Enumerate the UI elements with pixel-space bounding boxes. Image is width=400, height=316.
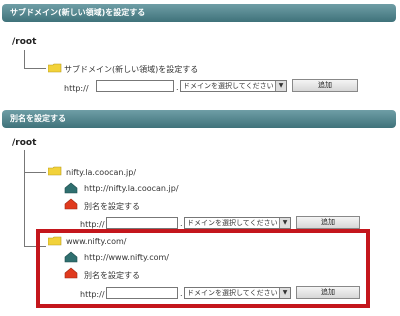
house-icon [64, 182, 78, 194]
domain-select-value: ドメインを選択してください [187, 219, 278, 227]
root-label: /root [12, 138, 37, 148]
domain-select[interactable]: ドメインを選択してください ▼ [180, 80, 287, 92]
highlight-box [36, 229, 370, 308]
section-title: 別名を設定する [10, 114, 66, 123]
url-prefix: http:// [64, 84, 89, 93]
tree-line [24, 50, 25, 68]
folder-icon [48, 63, 62, 73]
url-prefix: http:// [80, 220, 105, 229]
add-button[interactable]: 追加 [296, 216, 360, 229]
dot-separator: . [176, 83, 179, 92]
chevron-down-icon[interactable]: ▼ [275, 81, 286, 91]
domain-folder-label: nifty.la.coocan.jp/ [66, 168, 137, 177]
alias-icon [64, 198, 78, 210]
tree-line [24, 150, 25, 246]
tree-line [24, 172, 46, 173]
domain-select-value: ドメインを選択してください [183, 82, 274, 90]
section-header-alias: 別名を設定する [2, 110, 396, 128]
alias-input[interactable] [106, 217, 178, 229]
folder-icon [48, 166, 62, 176]
tree-line [24, 68, 46, 69]
site-url[interactable]: http://nifty.la.coocan.jp/ [84, 184, 179, 193]
subdomain-input[interactable] [96, 80, 174, 92]
section-title: サブドメイン(新しい領域)を設定する [10, 8, 146, 17]
add-button[interactable]: 追加 [292, 79, 358, 92]
domain-select[interactable]: ドメインを選択してください ▼ [184, 217, 291, 229]
dot-separator: . [180, 219, 183, 228]
root-label: /root [12, 37, 37, 47]
alias-label: 別名を設定する [84, 202, 140, 211]
section-header-subdomain: サブドメイン(新しい領域)を設定する [2, 4, 396, 22]
chevron-down-icon[interactable]: ▼ [279, 218, 290, 228]
subdomain-item-label: サブドメイン(新しい領域)を設定する [64, 65, 199, 74]
